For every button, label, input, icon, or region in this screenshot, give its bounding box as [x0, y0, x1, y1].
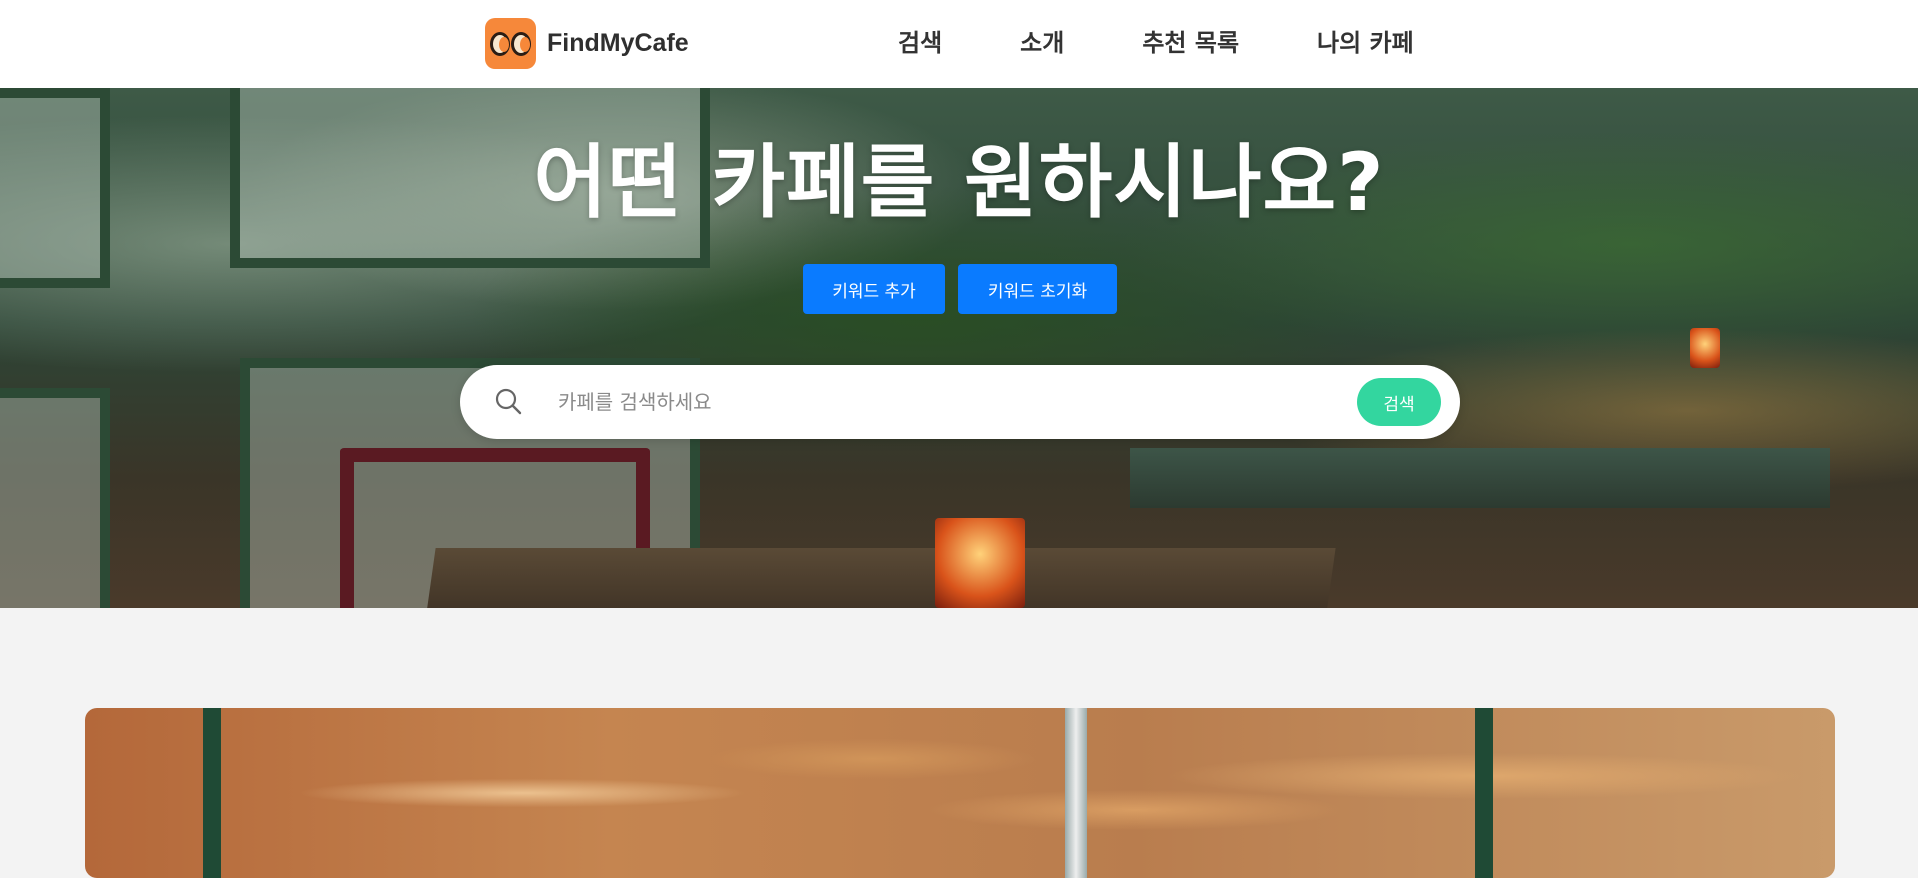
- hero-title: 어떤 카페를 원하시나요?: [533, 136, 1385, 229]
- reset-keywords-button[interactable]: 키워드 초기화: [958, 264, 1117, 314]
- hero-background-window: [0, 388, 110, 608]
- logo-text: FindMyCafe: [547, 29, 689, 57]
- nav-my-cafe[interactable]: 나의 카페: [1317, 26, 1414, 60]
- logo[interactable]: FindMyCafe: [485, 18, 689, 69]
- hero-background-table: [424, 548, 1336, 608]
- image-detail: [1475, 708, 1493, 878]
- image-detail: [203, 708, 221, 878]
- search-icon: [494, 387, 524, 417]
- hero-banner: 어떤 카페를 원하시나요? 키워드 추가 키워드 초기화 검색: [0, 88, 1918, 608]
- hero-background-candle: [935, 518, 1025, 608]
- nav-about[interactable]: 소개: [1020, 26, 1064, 60]
- nav-search[interactable]: 검색: [898, 26, 942, 60]
- main-nav: 검색 소개 추천 목록 나의 카페: [898, 26, 1414, 60]
- top-header: FindMyCafe 검색 소개 추천 목록 나의 카페: [0, 0, 1918, 88]
- nav-recommendations[interactable]: 추천 목록: [1142, 26, 1239, 60]
- featured-cafe-image[interactable]: [85, 708, 1835, 878]
- search-input[interactable]: [558, 379, 1198, 425]
- image-detail: [1065, 708, 1087, 878]
- coffee-cups-icon: [485, 18, 536, 69]
- search-button[interactable]: 검색: [1357, 378, 1441, 426]
- search-bar: 검색: [460, 365, 1460, 439]
- hero-background-candle: [1690, 328, 1720, 368]
- add-keyword-button[interactable]: 키워드 추가: [803, 264, 945, 314]
- hero-background-table: [1130, 448, 1830, 508]
